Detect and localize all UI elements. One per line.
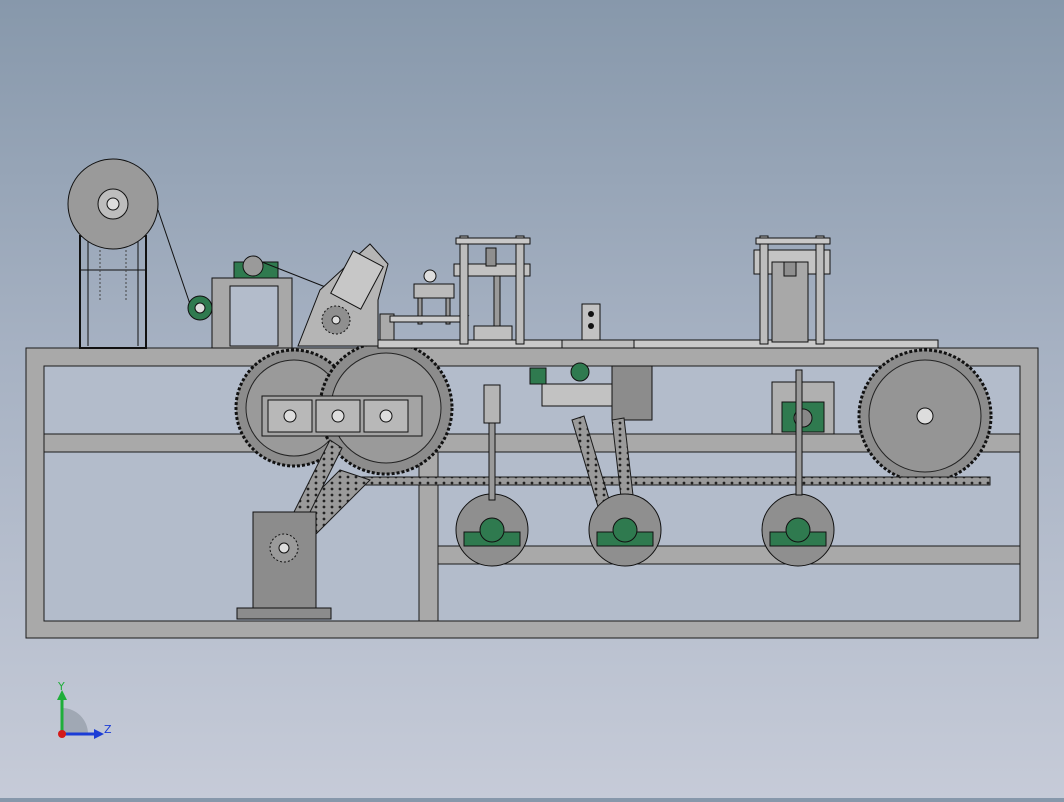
- lower-pulleys: [455, 493, 835, 567]
- coordinate-triad: Y Z: [57, 680, 112, 739]
- x-axis-origin: [58, 730, 66, 738]
- angled-press: [297, 243, 395, 349]
- left-gear-pair: [234, 340, 454, 476]
- y-axis-label: Y: [57, 680, 65, 693]
- right-bearing-block: [771, 381, 835, 435]
- center-control-box: [561, 303, 635, 349]
- press-station-1: [389, 235, 531, 345]
- coil-reel: [67, 158, 193, 349]
- cad-viewport[interactable]: Y Z: [0, 0, 1064, 798]
- right-large-gear: [857, 348, 993, 484]
- triad-arc: [62, 708, 88, 734]
- cad-drawing: Y Z: [25, 158, 1039, 739]
- press-station-2: [753, 235, 831, 345]
- z-axis-label: Z: [104, 723, 112, 736]
